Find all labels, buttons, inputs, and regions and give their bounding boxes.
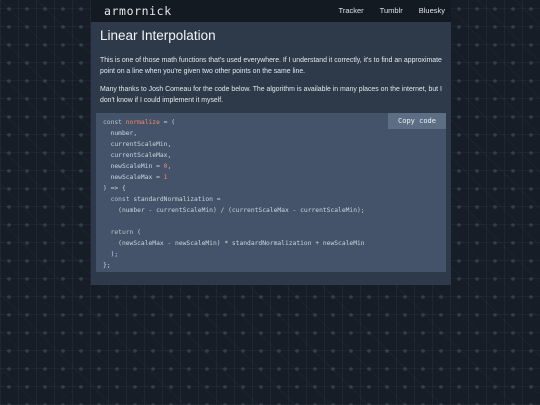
code-keyword: const xyxy=(103,196,130,203)
article-paragraph-thanks: Many thanks to Josh Comeau for the code … xyxy=(100,86,442,104)
code-text: newScaleMax = xyxy=(103,174,164,181)
nav-link-tracker[interactable]: Tracker xyxy=(339,6,364,15)
code-line: }; xyxy=(103,262,111,269)
code-text: newScaleMin = xyxy=(103,163,164,170)
code-line: ); xyxy=(103,251,119,258)
code-line: (number - currentScaleMin) / (currentSca… xyxy=(103,207,365,214)
site-header: armornick Tracker Tumblr Bluesky xyxy=(91,0,451,22)
code-text: ( xyxy=(133,229,141,236)
code-line: const standardNormalization = xyxy=(103,196,221,203)
nav-link-bluesky[interactable]: Bluesky xyxy=(419,6,445,15)
code-line: return ( xyxy=(103,229,141,236)
code-line: currentScaleMax, xyxy=(103,152,172,159)
code-line: number, xyxy=(103,130,138,137)
code-content: const normalize = ( number, currentScale… xyxy=(103,117,365,271)
code-line: newScaleMax = 1 xyxy=(103,174,168,181)
code-line: currentScaleMin, xyxy=(103,141,172,148)
code-line: newScaleMin = 0, xyxy=(103,163,172,170)
top-nav: Tracker Tumblr Bluesky xyxy=(339,6,445,15)
code-block: Copy code const normalize = ( number, cu… xyxy=(96,113,446,272)
code-number: 1 xyxy=(163,174,168,181)
article-title: Linear Interpolation xyxy=(100,28,216,43)
code-line: ) => { xyxy=(103,185,126,192)
code-text: = ( xyxy=(159,119,176,126)
code-line: (newScaleMax - newScaleMin) * standardNo… xyxy=(103,240,365,247)
code-keyword: return xyxy=(103,229,134,236)
nav-link-tumblr[interactable]: Tumblr xyxy=(380,6,403,15)
site-brand[interactable]: armornick xyxy=(104,4,172,18)
code-text: , xyxy=(167,163,172,170)
article-panel: Linear Interpolation This is one of thos… xyxy=(91,22,451,285)
code-keyword: const xyxy=(103,119,122,126)
code-text: standardNormalization = xyxy=(129,196,221,203)
code-function-name: normalize xyxy=(125,119,160,126)
code-line: const normalize = ( xyxy=(103,119,175,126)
article-paragraph-intro: This is one of those math functions that… xyxy=(100,57,442,75)
copy-code-button[interactable]: Copy code xyxy=(388,113,446,129)
